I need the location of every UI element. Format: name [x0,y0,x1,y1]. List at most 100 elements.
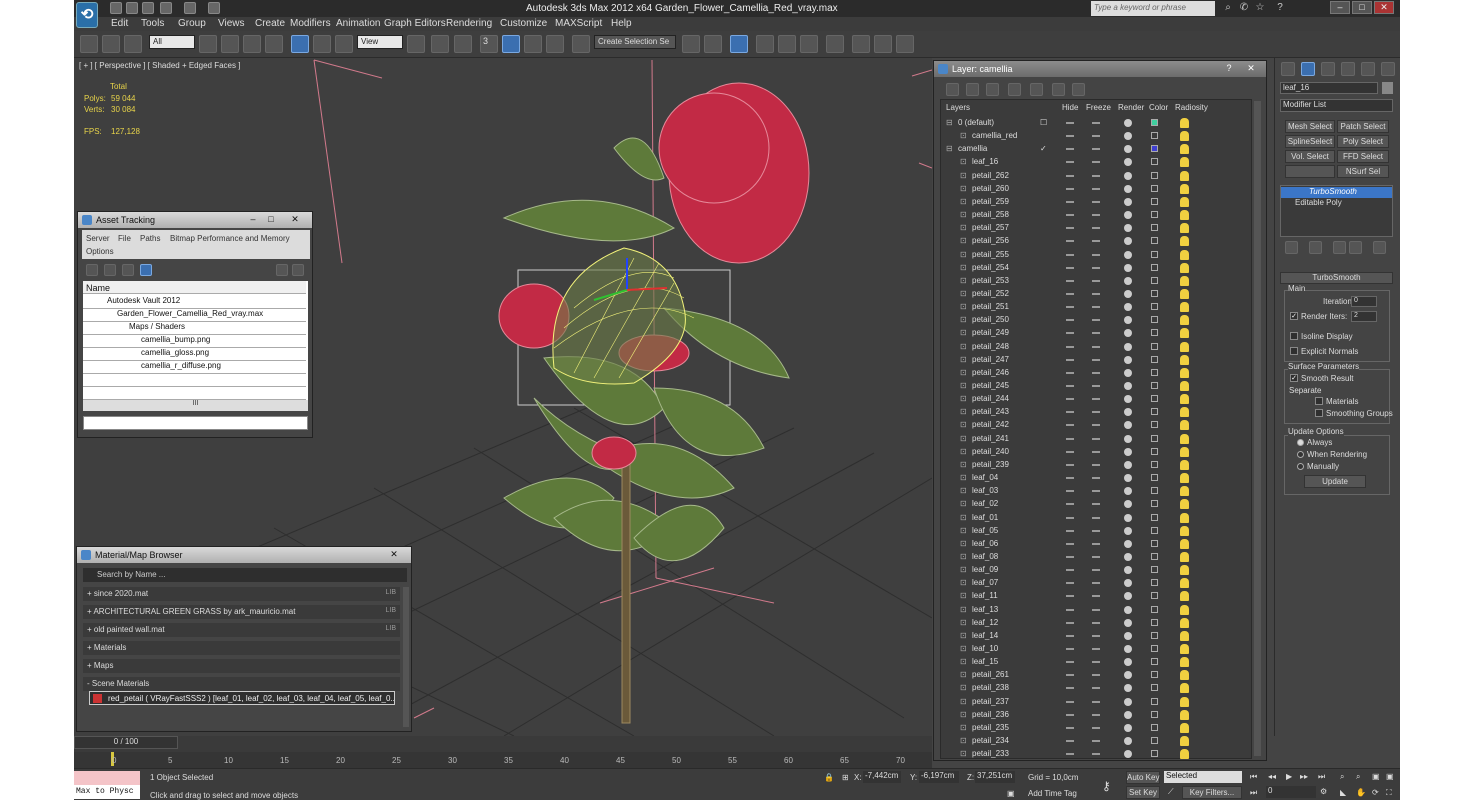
layer-row[interactable]: ⊡ petail_241 [944,433,1252,446]
render-production-icon[interactable] [896,35,914,53]
menu-tools[interactable]: Tools [141,18,164,29]
col-render[interactable]: Render [1118,103,1144,112]
radiosity-icon[interactable] [1180,591,1189,602]
menu-animation[interactable]: Animation [336,18,380,29]
radiosity-icon[interactable] [1180,670,1189,681]
layer-color-swatch[interactable] [1151,631,1158,639]
horizontal-scrollbar[interactable]: III [83,400,308,411]
render-teapot-icon[interactable] [1124,710,1132,719]
add-time-tag[interactable]: Add Time Tag [1028,789,1077,798]
project-folder-icon[interactable] [208,2,220,14]
object-icon[interactable]: ⊡ [960,381,967,390]
layer-color-swatch[interactable] [1151,474,1158,482]
render-teapot-icon[interactable] [1124,382,1132,390]
hide-toggle[interactable] [1066,437,1074,440]
material-group-row[interactable]: - Scene Materials [83,677,400,691]
layer-row[interactable]: ⊡ petail_254 [944,262,1252,275]
close-icon[interactable]: ✕ [387,548,401,561]
go-to-end-icon[interactable]: ⏭ [1318,772,1325,782]
render-teapot-icon[interactable] [1124,513,1132,522]
display-tab-icon[interactable] [1361,62,1375,76]
object-icon[interactable]: ⊡ [960,157,967,166]
close-icon[interactable]: ✕ [288,213,302,226]
object-icon[interactable]: ⊡ [960,342,967,351]
time-configuration-icon[interactable]: ⚙ [1320,787,1327,796]
freeze-toggle[interactable] [1092,122,1100,124]
render-teapot-icon[interactable] [1124,460,1132,469]
hide-toggle[interactable] [1066,332,1074,335]
hide-toggle[interactable] [1066,148,1074,151]
menu-help[interactable]: Help [611,18,632,29]
scene-material-row[interactable]: red_petail ( VRayFastSSS2 ) [leaf_01, le… [89,691,395,705]
asset-row[interactable]: camellia_gloss.png [83,348,306,361]
menu-rendering[interactable]: Rendering [446,18,492,29]
object-icon[interactable]: ⊡ [960,670,967,679]
layer-row[interactable]: ⊡ camellia_red [944,130,1252,143]
layer-row[interactable]: ⊡ petail_235 [944,722,1252,735]
modifier-list-dropdown[interactable]: Modifier List [1280,99,1393,112]
create-tab-icon[interactable] [1281,62,1295,76]
hide-toggle[interactable] [1066,634,1074,637]
layer-row[interactable]: ⊡ petail_234 [944,735,1252,748]
select-and-scale-icon[interactable] [335,35,353,53]
radiosity-icon[interactable] [1180,341,1189,352]
render-teapot-icon[interactable] [1124,355,1132,364]
poly-select-button[interactable]: Poly Select [1337,135,1389,148]
highlight-selected-icon[interactable] [1030,83,1043,96]
freeze-toggle[interactable] [1092,463,1100,466]
layer-color-swatch[interactable] [1151,605,1158,613]
graphite-modeling-icon[interactable] [756,35,774,53]
material-browser-titlebar[interactable]: Material/Map Browser ✕ [77,547,411,563]
hide-toggle[interactable] [1066,542,1074,545]
spinner-snap-icon[interactable] [546,35,564,53]
align-icon[interactable] [704,35,722,53]
object-icon[interactable]: ⊡ [960,526,967,535]
link-icon[interactable] [80,35,98,53]
render-teapot-icon[interactable] [1124,579,1132,588]
object-icon[interactable]: ⊡ [960,197,967,206]
keyboard-shortcut-icon[interactable] [454,35,472,53]
render-teapot-icon[interactable] [1124,224,1132,233]
object-icon[interactable]: ⊡ [960,236,967,245]
hide-toggle[interactable] [1066,292,1074,295]
asset-row[interactable]: Garden_Flower_Camellia_Red_vray.max [83,309,306,322]
layer-manager-icon[interactable] [730,35,748,53]
percent-snap-icon[interactable] [524,35,542,53]
radiosity-icon[interactable] [1180,249,1189,260]
hide-toggle[interactable] [1066,161,1074,164]
freeze-toggle[interactable] [1092,279,1100,282]
layer-color-swatch[interactable] [1151,552,1158,560]
radiosity-icon[interactable] [1180,183,1189,194]
layer-row[interactable]: ⊡ petail_252 [944,288,1252,301]
layer-row[interactable]: ⊡ petail_256 [944,235,1252,248]
object-icon[interactable]: ⊡ [960,328,967,337]
render-teapot-icon[interactable] [1124,145,1132,154]
layer-row[interactable]: ⊡ petail_246 [944,367,1252,380]
menu-maxscript[interactable]: MAXScript [555,18,602,29]
isoline-display-checkbox[interactable] [1290,332,1298,340]
maxscript-listener-pink[interactable] [74,771,140,785]
layer-color-swatch[interactable] [1151,171,1158,179]
menu-modifiers[interactable]: Modifiers [290,18,331,29]
list-view-icon[interactable] [104,264,116,276]
object-icon[interactable]: ⊡ [960,710,967,719]
radiosity-icon[interactable] [1180,131,1189,142]
select-object-icon[interactable] [199,35,217,53]
radiosity-icon[interactable] [1180,275,1189,286]
selection-filter-dropdown[interactable]: All [149,35,195,49]
object-icon[interactable]: ⊡ [960,394,967,403]
render-teapot-icon[interactable] [1124,250,1132,259]
object-icon[interactable]: ⊡ [960,355,967,364]
remove-modifier-icon[interactable] [1349,241,1362,254]
render-teapot-icon[interactable] [1124,132,1132,141]
render-teapot-icon[interactable] [1124,184,1132,193]
binoculars-icon[interactable]: ⌕ [1222,2,1234,14]
layer-color-swatch[interactable] [1151,342,1158,350]
set-key-key-icon[interactable]: ⚷ [1102,779,1111,793]
layer-row[interactable]: ⊡ petail_260 [944,183,1252,196]
layer-row[interactable]: ⊡ leaf_12 [944,617,1252,630]
hide-toggle[interactable] [1066,187,1074,190]
col-freeze[interactable]: Freeze [1086,103,1111,112]
radiosity-icon[interactable] [1180,525,1189,536]
hierarchy-tab-icon[interactable] [1321,62,1335,76]
